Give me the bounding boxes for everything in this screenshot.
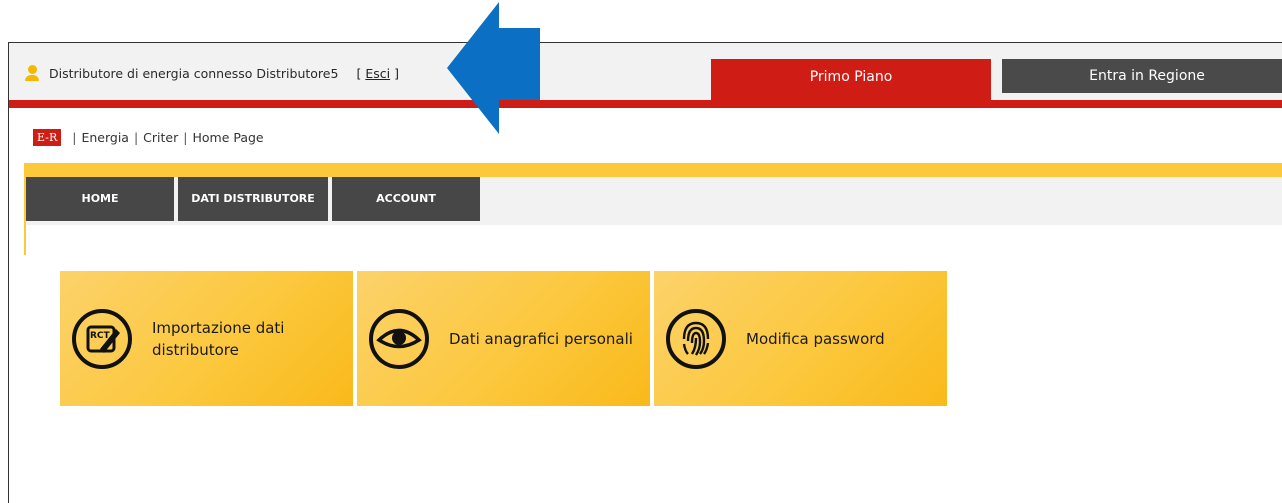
page-frame: Distributore di energia connesso Distrib… — [8, 42, 1282, 503]
logout-bracket-close: ] — [394, 65, 399, 81]
breadcrumb-separator: | — [133, 129, 139, 145]
top-bar: Distributore di energia connesso Distrib… — [9, 43, 1282, 107]
eye-icon — [369, 308, 429, 369]
logout-area: [ Esci ] — [356, 66, 399, 81]
fingerprint-icon — [666, 308, 726, 369]
tile-label-line1: Dati anagrafici personali — [449, 329, 633, 348]
tile-label-line1: Modifica password — [746, 329, 885, 348]
yellow-band — [24, 163, 1282, 177]
breadcrumb-separator: | — [183, 129, 188, 145]
tile-label-line1: Importazione dati — [152, 318, 285, 337]
breadcrumb-criter[interactable]: Criter — [143, 130, 178, 145]
rct-edit-icon: RCT — [72, 308, 132, 369]
pointer-arrow-icon — [447, 2, 540, 134]
tile-label: Modifica password — [746, 328, 885, 350]
logout-bracket-open: [ — [356, 65, 362, 81]
content-left-accent — [24, 225, 26, 255]
menu-dati-distributore[interactable]: DATI DISTRIBUTORE — [178, 177, 328, 221]
menu-home[interactable]: HOME — [26, 177, 174, 221]
user-icon — [25, 65, 39, 81]
main-menu: HOME DATI DISTRIBUTORE ACCOUNT — [24, 177, 1282, 225]
tile-label: Dati anagrafici personali — [449, 328, 633, 350]
tile-importazione-dati[interactable]: RCT Importazione dati distributore — [60, 271, 353, 406]
tab-entra-in-regione[interactable]: Entra in Regione — [1002, 59, 1282, 93]
er-logo[interactable]: E-R — [33, 128, 62, 146]
tile-label-line2: distributore — [152, 340, 239, 359]
tile-label: Importazione dati distributore — [152, 317, 284, 361]
tile-modifica-password[interactable]: Modifica password — [654, 271, 947, 406]
red-divider — [9, 100, 1282, 108]
logout-link[interactable]: Esci — [365, 66, 390, 81]
user-info: Distributore di energia connesso Distrib… — [25, 64, 399, 82]
breadcrumb-home-page[interactable]: Home Page — [192, 130, 263, 145]
user-text: Distributore di energia connesso Distrib… — [49, 65, 339, 81]
breadcrumb: E-R | Energia | Criter | Home Page — [33, 127, 264, 147]
tile-dati-anagrafici[interactable]: Dati anagrafici personali — [357, 271, 650, 406]
menu-account[interactable]: ACCOUNT — [332, 177, 480, 221]
svg-text:RCT: RCT — [90, 331, 111, 341]
breadcrumb-separator: | — [72, 129, 77, 145]
breadcrumb-energia[interactable]: Energia — [81, 130, 129, 145]
